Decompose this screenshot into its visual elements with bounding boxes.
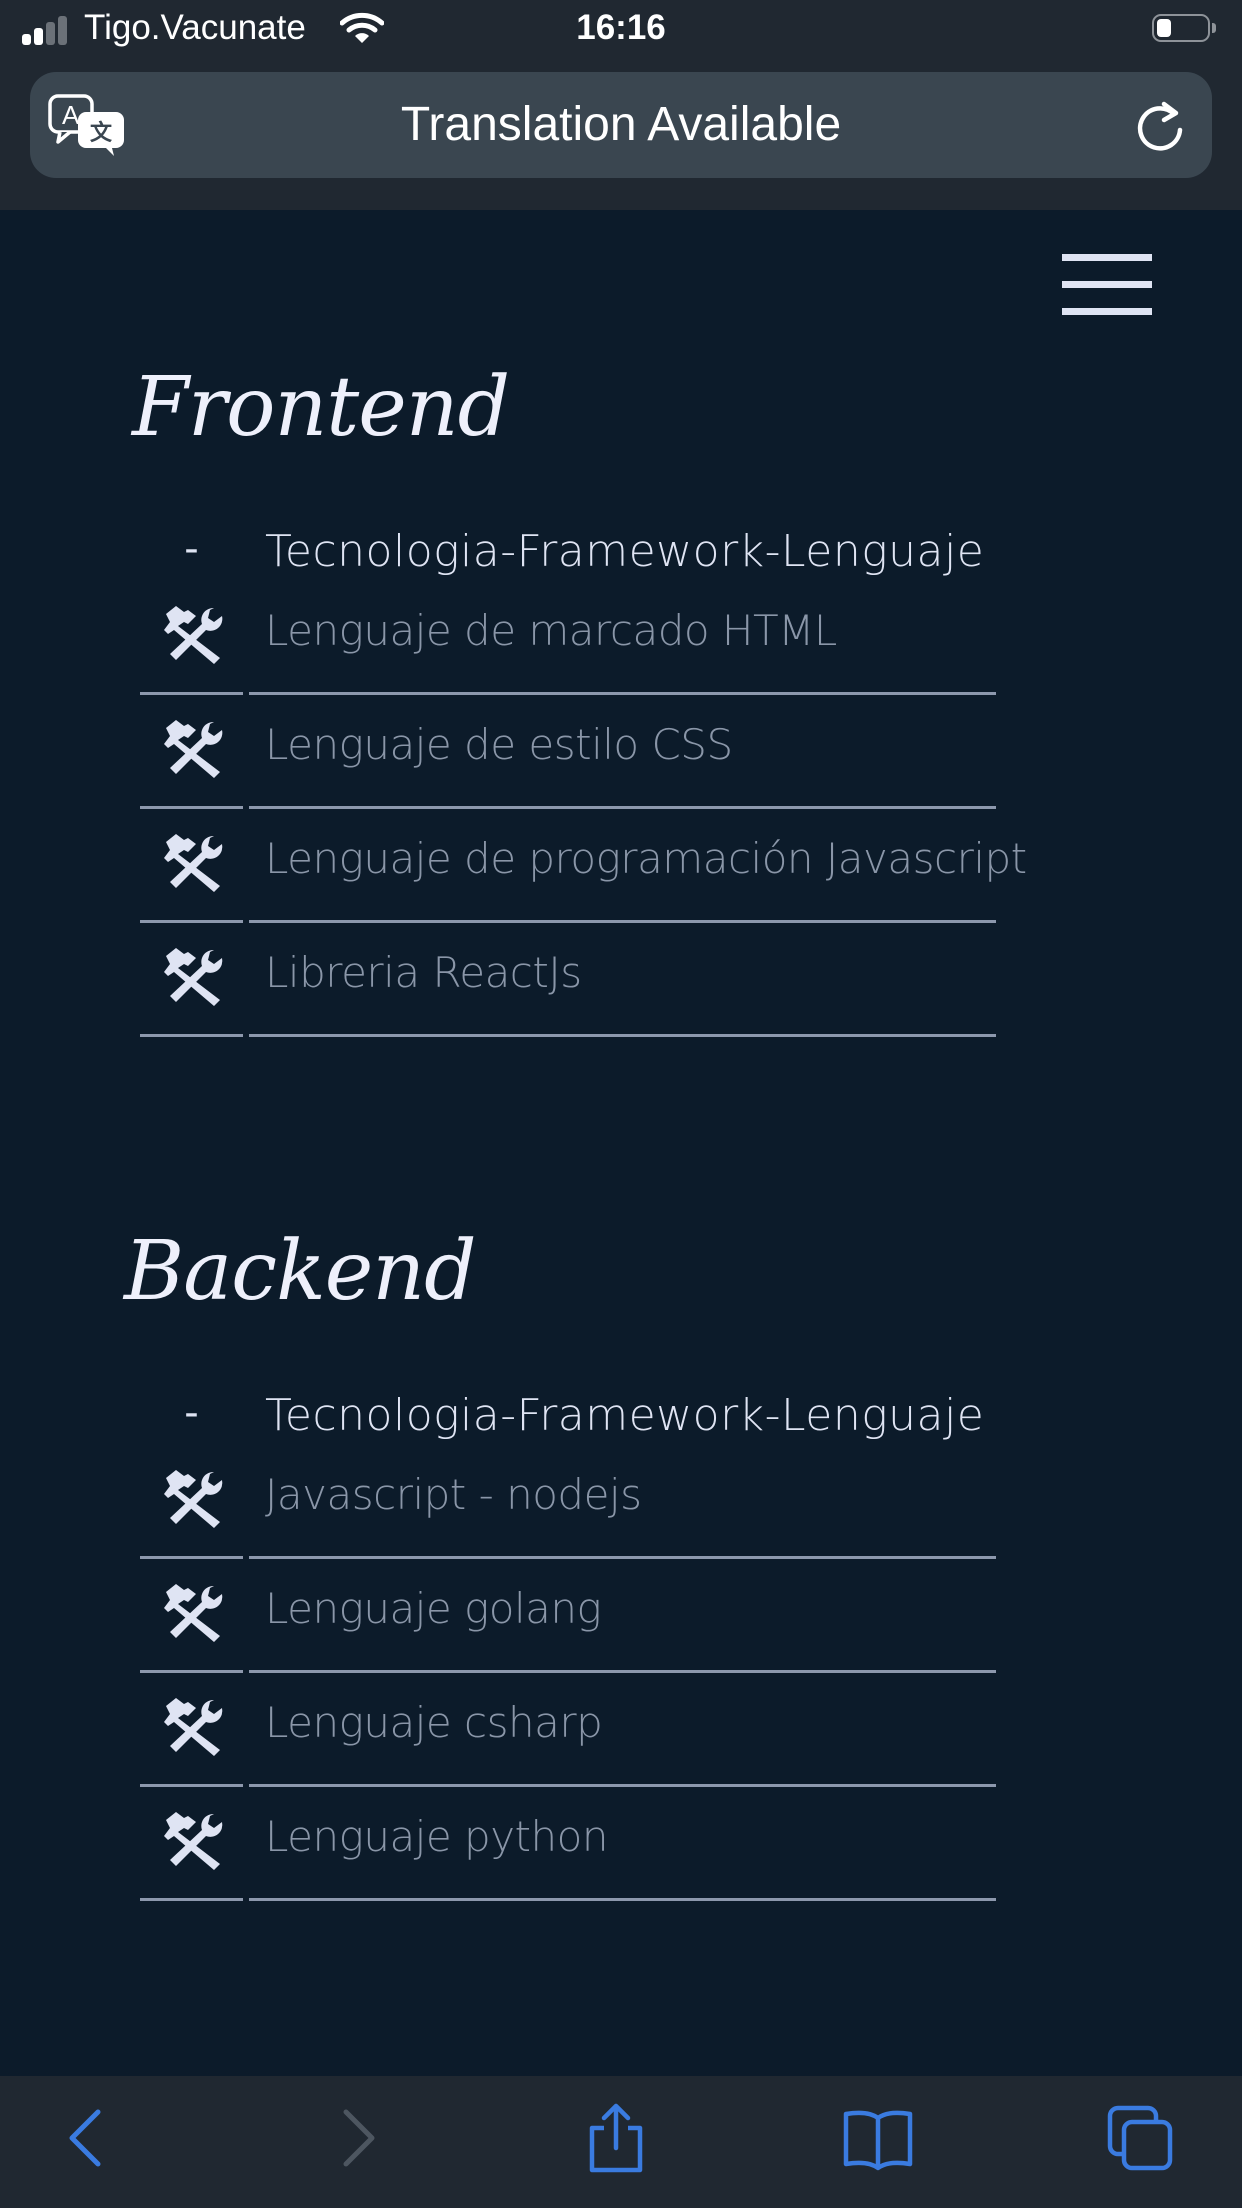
header-dash: - [184, 1390, 199, 1436]
table-row: Lenguaje de marcado HTML [140, 580, 996, 695]
table-row: Lenguaje de programación Javascript [140, 808, 1027, 923]
hammer-wrench-icon [164, 834, 223, 892]
header-label: Tecnologia-Framework-Lenguaje [265, 1390, 985, 1441]
hammer-wrench-icon [164, 1584, 223, 1642]
menu-button[interactable] [1062, 254, 1152, 316]
tech-item-label: Lenguaje de marcado HTML [265, 606, 837, 655]
tabs-icon[interactable] [1104, 2102, 1176, 2174]
battery-icon [1152, 14, 1216, 44]
table-row: Lenguaje golang [140, 1558, 996, 1673]
header-label: Tecnologia-Framework-Lenguaje [265, 526, 985, 577]
table-row: Lenguaje csharp [140, 1672, 996, 1787]
clock: 16:16 [576, 8, 666, 47]
tech-item-label: Lenguaje golang [265, 1584, 602, 1633]
tech-item-label: Lenguaje csharp [265, 1698, 603, 1747]
share-icon[interactable] [580, 2102, 652, 2174]
status-bar: Tigo.Vacunate 16:16 [0, 0, 1242, 62]
battery-level [1157, 19, 1171, 37]
hammer-wrench-icon [164, 1698, 223, 1756]
header-dash: - [184, 526, 199, 572]
table-row: Lenguaje de estilo CSS [140, 694, 996, 809]
url-title: Translation Available [400, 98, 842, 151]
section-title-frontend: Frontend [132, 360, 510, 455]
back-chevron-icon[interactable] [52, 2102, 124, 2174]
tech-item-label: Lenguaje python [265, 1812, 608, 1861]
hammer-wrench-icon [164, 1470, 223, 1528]
browser-toolbar [0, 2076, 1242, 2208]
table-row: Libreria ReactJs [140, 922, 996, 1037]
hammer-wrench-icon [164, 948, 223, 1006]
table-row: Javascript - nodejs [140, 1444, 996, 1559]
reload-icon[interactable] [1134, 100, 1188, 154]
tech-item-label: Libreria ReactJs [265, 948, 582, 997]
table-row: Lenguaje python [140, 1786, 996, 1901]
hammer-wrench-icon [164, 606, 223, 664]
address-bar[interactable]: A 文 Translation Available [30, 72, 1212, 178]
section-title-backend: Backend [124, 1224, 477, 1319]
hammer-wrench-icon [164, 1812, 223, 1870]
tech-item-label: Javascript - nodejs [265, 1470, 642, 1519]
hammer-wrench-icon [164, 720, 223, 778]
tech-item-label: Lenguaje de estilo CSS [265, 720, 733, 769]
forward-chevron-icon[interactable] [320, 2102, 392, 2174]
browser-chrome-top: Tigo.Vacunate 16:16 A 文 Translation Avai… [0, 0, 1242, 210]
bookmarks-book-icon[interactable] [842, 2102, 914, 2174]
tech-item-label: Lenguaje de programación Javascript [265, 834, 1027, 883]
